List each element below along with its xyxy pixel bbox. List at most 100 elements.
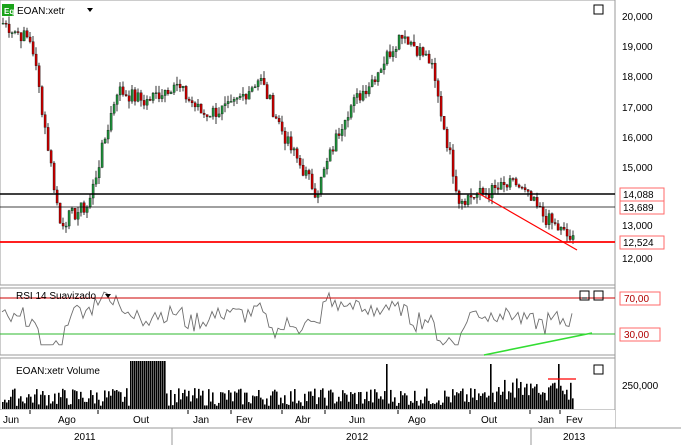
volume-bar bbox=[248, 402, 250, 409]
volume-bar bbox=[196, 398, 198, 409]
candle-body bbox=[346, 117, 350, 121]
volume-bar bbox=[454, 395, 456, 409]
volume-bar bbox=[500, 394, 502, 409]
volume-bar bbox=[330, 389, 332, 409]
volume-bar bbox=[544, 392, 546, 409]
volume-bar bbox=[560, 385, 562, 409]
volume-bar bbox=[164, 361, 166, 409]
candle-body bbox=[82, 202, 86, 213]
volume-bar bbox=[402, 395, 404, 409]
candle-body bbox=[274, 116, 278, 119]
volume-bar bbox=[152, 361, 154, 409]
volume-bar bbox=[412, 402, 414, 409]
volume-bar bbox=[520, 381, 522, 409]
volume-bar bbox=[190, 401, 192, 409]
month-label: Jan bbox=[193, 415, 209, 426]
volume-bar bbox=[490, 364, 492, 409]
chart-window: Eq EOAN:xetr 20,000 19,000 18,000 17,000… bbox=[0, 0, 681, 445]
volume-bar bbox=[140, 361, 142, 409]
candle-body bbox=[388, 51, 392, 57]
candle-body bbox=[157, 92, 161, 99]
symbol-label[interactable]: EOAN:xetr bbox=[17, 6, 65, 17]
candle-body bbox=[367, 86, 371, 95]
volume-bar bbox=[42, 391, 44, 409]
volume-bar bbox=[244, 392, 246, 409]
price-tick: 12,000 bbox=[622, 254, 653, 265]
candle-body bbox=[523, 187, 527, 190]
volume-bar bbox=[174, 393, 176, 409]
candle-body bbox=[304, 170, 308, 176]
candle-body bbox=[430, 62, 434, 65]
volume-bar bbox=[448, 396, 450, 409]
volume-bar bbox=[570, 382, 572, 409]
volume-bar bbox=[392, 401, 394, 409]
candle-body bbox=[271, 95, 275, 117]
rsi-label[interactable]: RSI 14 Suavizado bbox=[16, 291, 96, 302]
candle-body bbox=[352, 97, 356, 106]
volume-bar bbox=[348, 401, 350, 409]
volume-bar bbox=[548, 387, 550, 409]
candle-body bbox=[187, 98, 191, 101]
candle-body bbox=[511, 178, 515, 180]
volume-bar bbox=[6, 402, 8, 409]
candle-body bbox=[16, 31, 20, 33]
candle-body bbox=[433, 62, 437, 81]
volume-bar bbox=[44, 395, 46, 409]
volume-bar bbox=[382, 399, 384, 409]
candle-body bbox=[10, 32, 14, 34]
volume-bar bbox=[340, 401, 342, 409]
volume-bar bbox=[262, 399, 264, 409]
volume-bar bbox=[350, 392, 352, 409]
candle-body bbox=[46, 127, 50, 151]
price-tick: 16,000 bbox=[622, 133, 653, 144]
volume-bar bbox=[358, 392, 360, 409]
chart-canvas[interactable]: Eq EOAN:xetr 20,000 19,000 18,000 17,000… bbox=[0, 0, 681, 445]
candle-body bbox=[262, 78, 266, 85]
volume-bar bbox=[178, 388, 180, 409]
volume-bar bbox=[186, 396, 188, 409]
candle-body bbox=[31, 41, 35, 55]
volume-bar bbox=[16, 405, 18, 409]
volume-bar bbox=[322, 388, 324, 409]
candle-body bbox=[373, 79, 377, 82]
volume-bar bbox=[158, 361, 160, 409]
candle-body bbox=[547, 213, 551, 225]
volume-bar bbox=[78, 399, 80, 409]
volume-bar bbox=[272, 391, 274, 409]
candle-body bbox=[277, 118, 281, 123]
volume-bar bbox=[280, 397, 282, 409]
candle-body bbox=[481, 188, 485, 194]
volume-bar bbox=[122, 401, 124, 409]
candle-body bbox=[331, 149, 335, 152]
volume-bar bbox=[34, 394, 36, 409]
candle-body bbox=[160, 95, 164, 99]
volume-bar bbox=[180, 399, 182, 409]
candle-body bbox=[280, 121, 284, 132]
candle-body bbox=[493, 185, 497, 189]
volume-label[interactable]: EOAN:xetr Volume bbox=[16, 366, 100, 377]
candle-body bbox=[466, 195, 470, 205]
volume-bar bbox=[310, 391, 312, 409]
volume-bar bbox=[360, 392, 362, 409]
candle-body bbox=[409, 41, 413, 45]
volume-bar bbox=[456, 392, 458, 409]
volume-bar bbox=[204, 405, 206, 409]
volume-bar bbox=[130, 361, 132, 409]
candle-body bbox=[22, 30, 26, 42]
volume-bar bbox=[260, 397, 262, 409]
candle-body bbox=[121, 86, 125, 95]
volume-bar bbox=[342, 390, 344, 409]
candle-body bbox=[163, 90, 167, 96]
month-label: Jun bbox=[3, 415, 19, 426]
candle-body bbox=[103, 138, 107, 144]
rsi-level-text: 70,00 bbox=[624, 294, 649, 305]
candle-body bbox=[1, 23, 5, 25]
volume-bar bbox=[68, 404, 70, 409]
volume-bar bbox=[320, 389, 322, 409]
volume-bar bbox=[62, 388, 64, 409]
candle-body bbox=[295, 148, 299, 159]
volume-bar bbox=[88, 398, 90, 409]
candle-body bbox=[427, 53, 431, 64]
volume-bar bbox=[60, 397, 62, 409]
candle-body bbox=[286, 136, 290, 144]
